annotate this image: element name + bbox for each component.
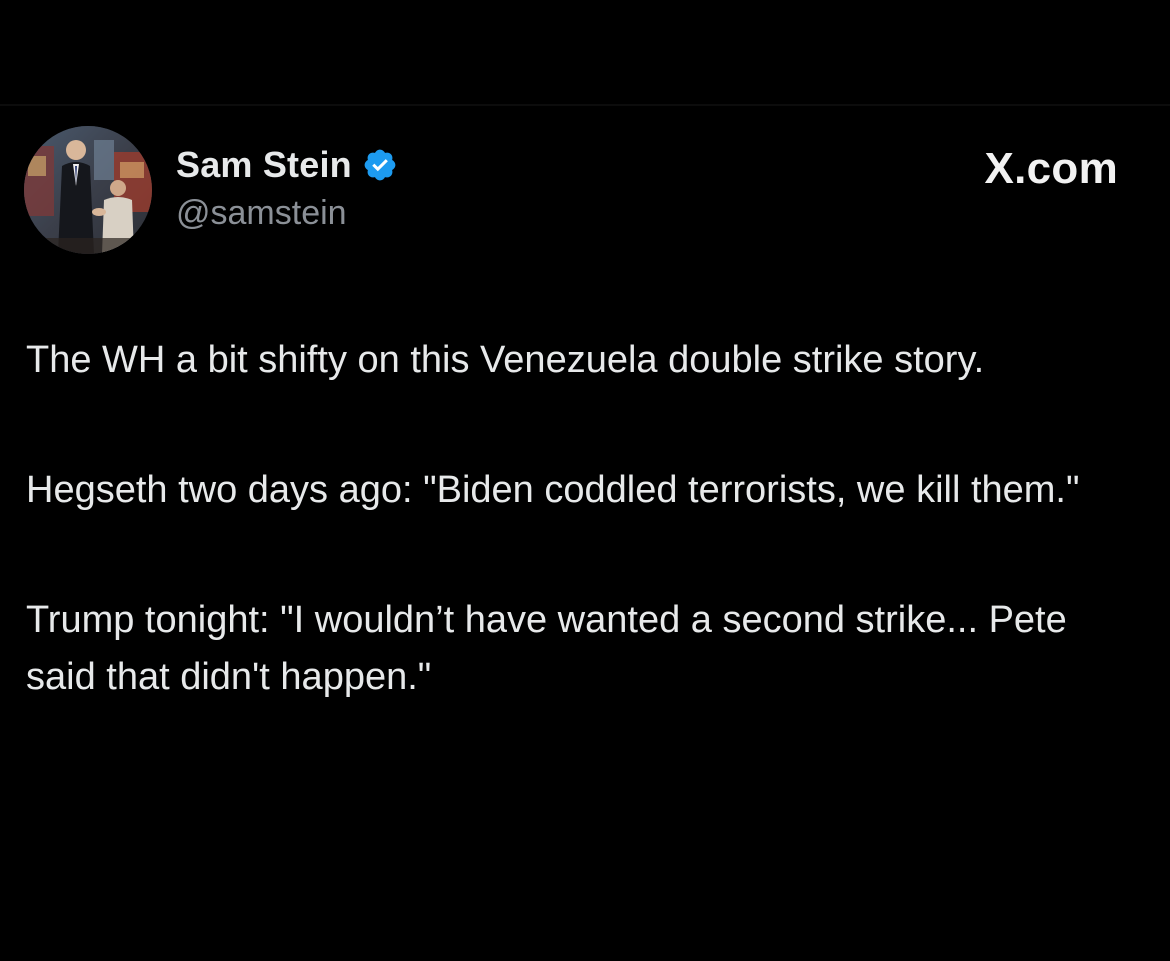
brand-watermark: X.com (984, 144, 1118, 194)
author-handle[interactable]: @samstein (176, 194, 398, 233)
tweet-paragraph: Hegseth two days ago: "Biden coddled ter… (26, 469, 1080, 511)
avatar-photo-icon (24, 126, 152, 254)
author-name-row: Sam Stein (176, 142, 398, 188)
brand-domain-text: X.com (984, 144, 1118, 193)
verified-badge-icon (362, 147, 398, 183)
tweet-card[interactable]: Sam Stein @samstein X.com The WH a bit s… (0, 106, 1170, 961)
author-block: Sam Stein @samstein (176, 142, 398, 233)
author-display-name[interactable]: Sam Stein (176, 144, 352, 186)
tweet-paragraph: Trump tonight: "I wouldn’t have wanted a… (26, 599, 1067, 698)
tweet-text: The WH a bit shifty on this Venezuela do… (26, 332, 1146, 706)
avatar[interactable] (24, 126, 152, 254)
tweet-paragraph: The WH a bit shifty on this Venezuela do… (26, 339, 985, 381)
